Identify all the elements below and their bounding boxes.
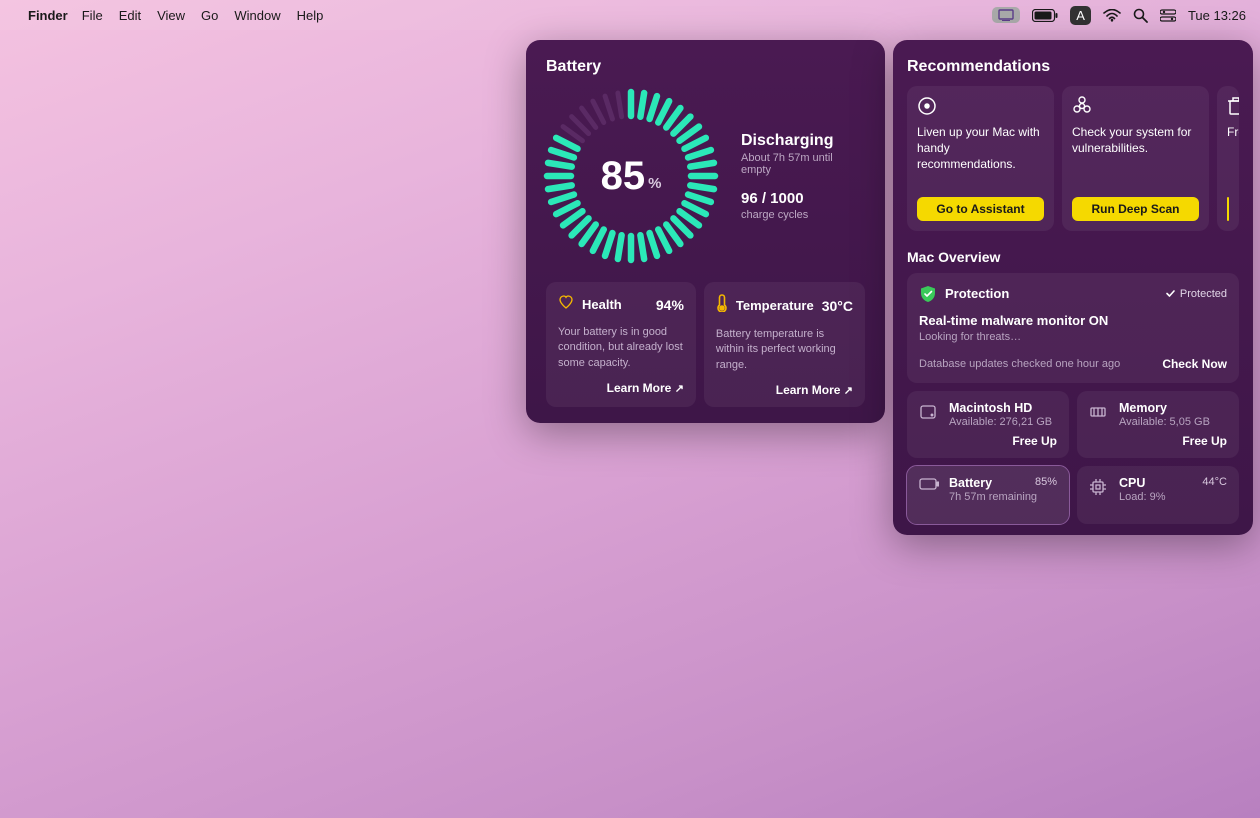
- stat-card-memory[interactable]: Memory Available: 5,05 GB Free Up: [1077, 391, 1239, 458]
- overview-panel: Recommendations Liven up your Mac with h…: [893, 40, 1253, 535]
- check-now-button[interactable]: Check Now: [1162, 357, 1227, 371]
- shield-icon: [919, 285, 937, 303]
- battery-percent-value: 85: [601, 154, 646, 199]
- menu-file[interactable]: File: [82, 8, 103, 23]
- battery-percent-sign: %: [648, 175, 661, 192]
- battery-stat-value: 85%: [1035, 476, 1057, 490]
- protection-title: Protection: [945, 286, 1157, 301]
- temperature-value: 30°C: [822, 298, 853, 314]
- menu-view[interactable]: View: [157, 8, 185, 23]
- battery-stat-remaining: 7h 57m remaining: [949, 491, 1057, 503]
- battery-icon: [919, 476, 939, 514]
- disk-icon: [919, 401, 939, 448]
- rec-card-assistant: Liven up your Mac with handy recommendat…: [907, 86, 1054, 231]
- stat-card-cpu[interactable]: CPU44°C Load: 9%: [1077, 466, 1239, 524]
- battery-remaining: About 7h 57m until empty: [741, 152, 865, 176]
- menubar-battery-icon[interactable]: [1032, 9, 1058, 22]
- memory-free-up-button[interactable]: Free Up: [1119, 434, 1227, 448]
- battery-panel-title: Battery: [546, 58, 865, 76]
- disk-name: Macintosh HD: [949, 401, 1057, 415]
- recommendations-title: Recommendations: [907, 58, 1239, 76]
- battery-gauge: 85 %: [541, 86, 721, 266]
- health-value: 94%: [656, 297, 684, 313]
- rec-text: Fre: [1227, 124, 1229, 140]
- biohazard-icon: [1072, 96, 1199, 118]
- battery-stat-name: Battery: [949, 476, 1035, 490]
- run-deep-scan-button[interactable]: Run Deep Scan: [1072, 197, 1199, 221]
- protection-looking: Looking for threats…: [919, 331, 1227, 343]
- menubar-control-center-icon[interactable]: [1160, 9, 1176, 22]
- health-title: Health: [582, 297, 648, 312]
- disk-free-up-button[interactable]: Free Up: [949, 434, 1057, 448]
- thermometer-icon: [716, 294, 728, 317]
- target-icon: [917, 96, 1044, 118]
- battery-cycles-label: charge cycles: [741, 209, 865, 221]
- menubar-app-indicator[interactable]: [992, 7, 1020, 23]
- mac-overview-title: Mac Overview: [907, 249, 1239, 265]
- battery-status: Discharging: [741, 132, 865, 150]
- rec-partial-button[interactable]: [1227, 197, 1229, 221]
- memory-name: Memory: [1119, 401, 1227, 415]
- menu-go[interactable]: Go: [201, 8, 218, 23]
- heart-icon: [558, 294, 574, 315]
- menubar-clock[interactable]: Tue 13:26: [1188, 8, 1246, 23]
- menubar-spotlight-icon[interactable]: [1133, 8, 1148, 23]
- health-card[interactable]: Health 94% Your battery is in good condi…: [546, 282, 696, 407]
- rec-card-partial: Fre: [1217, 86, 1239, 231]
- cpu-icon: [1089, 476, 1109, 514]
- stat-card-battery[interactable]: Battery85% 7h 57m remaining: [907, 466, 1069, 524]
- temperature-desc: Battery temperature is within its perfec…: [716, 327, 853, 373]
- menu-help[interactable]: Help: [297, 8, 324, 23]
- menu-edit[interactable]: Edit: [119, 8, 141, 23]
- battery-cycles-value: 96 / 1000: [741, 190, 865, 207]
- cpu-temp: 44°C: [1202, 476, 1227, 490]
- protection-status: Protected: [1165, 288, 1227, 300]
- temperature-learn-more[interactable]: Learn More ↗: [716, 383, 853, 397]
- memory-icon: [1089, 401, 1109, 448]
- trash-icon: [1227, 96, 1229, 118]
- rec-text: Liven up your Mac with handy recommendat…: [917, 124, 1044, 173]
- cpu-name: CPU: [1119, 476, 1202, 490]
- protection-card[interactable]: Protection Protected Real-time malware m…: [907, 273, 1239, 383]
- go-to-assistant-button[interactable]: Go to Assistant: [917, 197, 1044, 221]
- cpu-load: Load: 9%: [1119, 491, 1227, 503]
- stat-card-disk[interactable]: Macintosh HD Available: 276,21 GB Free U…: [907, 391, 1069, 458]
- menubar: Finder File Edit View Go Window Help A T…: [0, 0, 1260, 30]
- battery-panel: Battery 85 % Discharging About 7h 57m un…: [526, 40, 885, 423]
- rec-card-deepscan: Check your system for vulnerabilities. R…: [1062, 86, 1209, 231]
- menubar-text-indicator[interactable]: A: [1070, 6, 1091, 25]
- rec-text: Check your system for vulnerabilities.: [1072, 124, 1199, 156]
- health-desc: Your battery is in good condition, but a…: [558, 325, 684, 371]
- menubar-wifi-icon[interactable]: [1103, 9, 1121, 22]
- disk-available: Available: 276,21 GB: [949, 416, 1057, 428]
- temperature-title: Temperature: [736, 298, 814, 313]
- temperature-card[interactable]: Temperature 30°C Battery temperature is …: [704, 282, 865, 407]
- memory-available: Available: 5,05 GB: [1119, 416, 1227, 428]
- menubar-app-name[interactable]: Finder: [28, 8, 68, 23]
- protection-db-updates: Database updates checked one hour ago: [919, 358, 1162, 370]
- menu-window[interactable]: Window: [234, 8, 280, 23]
- health-learn-more[interactable]: Learn More ↗: [558, 381, 684, 395]
- protection-monitor-status: Real-time malware monitor ON: [919, 313, 1227, 328]
